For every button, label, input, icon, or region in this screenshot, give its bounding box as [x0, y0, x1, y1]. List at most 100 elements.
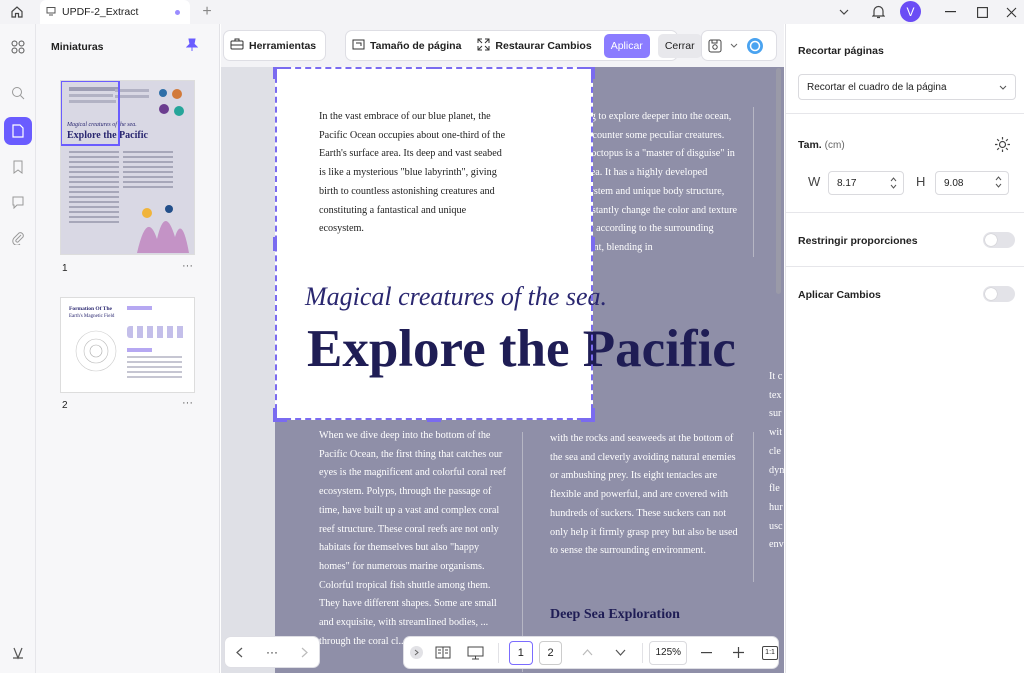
- minimize-icon[interactable]: [942, 4, 958, 20]
- toolbox-icon: [230, 38, 244, 53]
- close-window-icon[interactable]: [1003, 4, 1019, 20]
- page-button-2[interactable]: 2: [538, 640, 563, 665]
- stepper-arrows-icon[interactable]: [890, 177, 897, 189]
- zoom-in-icon[interactable]: [733, 647, 745, 658]
- apply-changes-toggle[interactable]: [983, 286, 1015, 302]
- page-button-1[interactable]: 1: [508, 640, 533, 665]
- crop-settings-panel: Recortar páginas Recortar el cuadro de l…: [785, 24, 1024, 673]
- tab-title: UPDF-2_Extract: [62, 6, 139, 18]
- crop-handle-top[interactable]: [427, 67, 441, 69]
- page-size-label: Tamaño de página: [370, 39, 462, 52]
- avatar[interactable]: V: [900, 1, 921, 22]
- height-label: H: [916, 174, 926, 189]
- tools-label: Herramientas: [249, 39, 317, 52]
- crop-actions-group: Tamaño de página Restaurar Cambios Aplic…: [345, 30, 702, 61]
- page-size-button[interactable]: Tamaño de página: [352, 38, 461, 54]
- stepper-arrows-icon[interactable]: [995, 175, 1002, 191]
- actual-size-button[interactable]: 1:1: [762, 645, 778, 660]
- close-crop-button[interactable]: Cerrar: [657, 33, 702, 58]
- thumbnail-2-subtitle: Formation Of The: [69, 306, 112, 312]
- layers-icon[interactable]: [4, 639, 32, 667]
- size-heading: Tam. (cm): [798, 139, 845, 151]
- crop-frame[interactable]: [275, 67, 593, 420]
- restore-changes-label: Restaurar Cambios: [495, 39, 592, 52]
- thumbnail-2-title: Earth's Magnetic Field: [69, 314, 115, 319]
- crop-handle-bottom-right-v[interactable]: [591, 408, 595, 422]
- crop-handle-top-right-v[interactable]: [591, 67, 595, 79]
- section-heading: Deep Sea Exploration: [550, 607, 680, 622]
- bell-icon[interactable]: [869, 3, 887, 21]
- tools-button[interactable]: Herramientas: [230, 38, 316, 53]
- chevron-right-icon[interactable]: [301, 647, 308, 658]
- presentation-icon[interactable]: [467, 646, 484, 660]
- crop-handle-left[interactable]: [273, 237, 277, 251]
- size-label: Tam.: [798, 139, 822, 151]
- page-size-icon: [352, 38, 365, 54]
- page-options-button[interactable]: ···: [182, 397, 193, 409]
- pin-icon[interactable]: [185, 38, 199, 55]
- crop-mode-select[interactable]: Recortar el cuadro de la página: [798, 74, 1016, 100]
- page-options-button[interactable]: ···: [182, 260, 193, 272]
- chevron-up-icon[interactable]: [582, 649, 593, 656]
- crop-toolbar: Herramientas Tamaño de página Restaurar …: [221, 24, 784, 67]
- chevron-down-icon[interactable]: [615, 649, 626, 656]
- height-value: 9.08: [944, 177, 964, 189]
- nav-more-button[interactable]: ···: [266, 645, 278, 659]
- crop-handle-bottom-left-v[interactable]: [273, 408, 277, 422]
- two-page-view-icon[interactable]: [435, 646, 451, 659]
- width-value: 8.17: [837, 177, 857, 189]
- page-number: 2: [62, 400, 68, 411]
- save-disk-icon[interactable]: [708, 39, 722, 53]
- constrain-proportions-toggle[interactable]: [983, 232, 1015, 248]
- thumbnail-page-1[interactable]: Magical creatures of the sea. Explore th…: [60, 80, 195, 255]
- expand-arrows-icon: [477, 38, 490, 54]
- new-tab-plus-icon[interactable]: +: [199, 3, 215, 21]
- zoom-level-field[interactable]: 125%: [649, 640, 688, 665]
- extras-group: [701, 30, 777, 61]
- thumbnails-title: Miniaturas: [51, 41, 104, 53]
- magnet-field-diagram: [71, 326, 121, 376]
- paragraph-col2-bottom: with the rocks and seaweeds at the botto…: [550, 433, 738, 557]
- document-canvas[interactable]: Continuing to explore deeper into the oc…: [221, 67, 784, 673]
- gear-icon[interactable]: [994, 136, 1011, 156]
- width-stepper[interactable]: 8.17: [828, 171, 904, 195]
- crop-handle-right[interactable]: [591, 237, 595, 251]
- search-icon[interactable]: [4, 79, 32, 107]
- chevron-left-icon[interactable]: [236, 647, 243, 658]
- thumbnails-page-icon[interactable]: [4, 117, 32, 145]
- vertical-scrollbar[interactable]: [776, 68, 781, 294]
- maximize-icon[interactable]: [974, 4, 990, 20]
- collapse-arrow-icon[interactable]: [410, 646, 423, 659]
- home-icon[interactable]: [8, 4, 26, 20]
- bookmark-icon[interactable]: [4, 153, 32, 181]
- thumbnail-page-2[interactable]: Formation Of The Earth's Magnetic Field: [60, 297, 195, 393]
- zoom-out-icon[interactable]: [701, 651, 713, 654]
- width-label: W: [808, 174, 821, 189]
- page-nav-bar: ···: [224, 636, 320, 668]
- title-bar: UPDF-2_Extract + V: [0, 0, 1024, 28]
- ai-assistant-icon[interactable]: [746, 37, 764, 55]
- chevron-down-icon: [999, 82, 1007, 93]
- view-control-bar: 1 2 125% 1:1: [403, 636, 779, 669]
- apps-grid-icon[interactable]: [4, 33, 32, 61]
- monitor-icon: [46, 6, 56, 19]
- size-unit: (cm): [824, 140, 845, 151]
- restore-changes-button[interactable]: Restaurar Cambios: [477, 38, 592, 54]
- attachment-icon[interactable]: [4, 224, 32, 252]
- unsaved-dot: [175, 9, 180, 15]
- chevron-down-icon[interactable]: [730, 43, 738, 48]
- document-tab[interactable]: UPDF-2_Extract: [40, 0, 190, 24]
- left-rail: [0, 24, 36, 673]
- panel-title: Recortar páginas: [798, 45, 884, 57]
- crop-handle-top-left-v[interactable]: [273, 67, 277, 79]
- height-stepper[interactable]: 9.08: [935, 171, 1009, 195]
- chevron-down-icon[interactable]: [836, 4, 852, 20]
- paragraph-col1-bottom: When we dive deep into the bottom of the…: [319, 430, 506, 647]
- comment-icon[interactable]: [4, 188, 32, 216]
- crop-mode-value: Recortar el cuadro de la página: [807, 81, 947, 93]
- col3-fragments: It c tex sur wit cle dyn fle hur usc env: [769, 371, 784, 551]
- crop-handle-bottom[interactable]: [427, 418, 441, 422]
- tools-group: Herramientas: [223, 30, 326, 61]
- fish-illustration: [157, 87, 187, 121]
- apply-button[interactable]: Aplicar: [603, 33, 650, 58]
